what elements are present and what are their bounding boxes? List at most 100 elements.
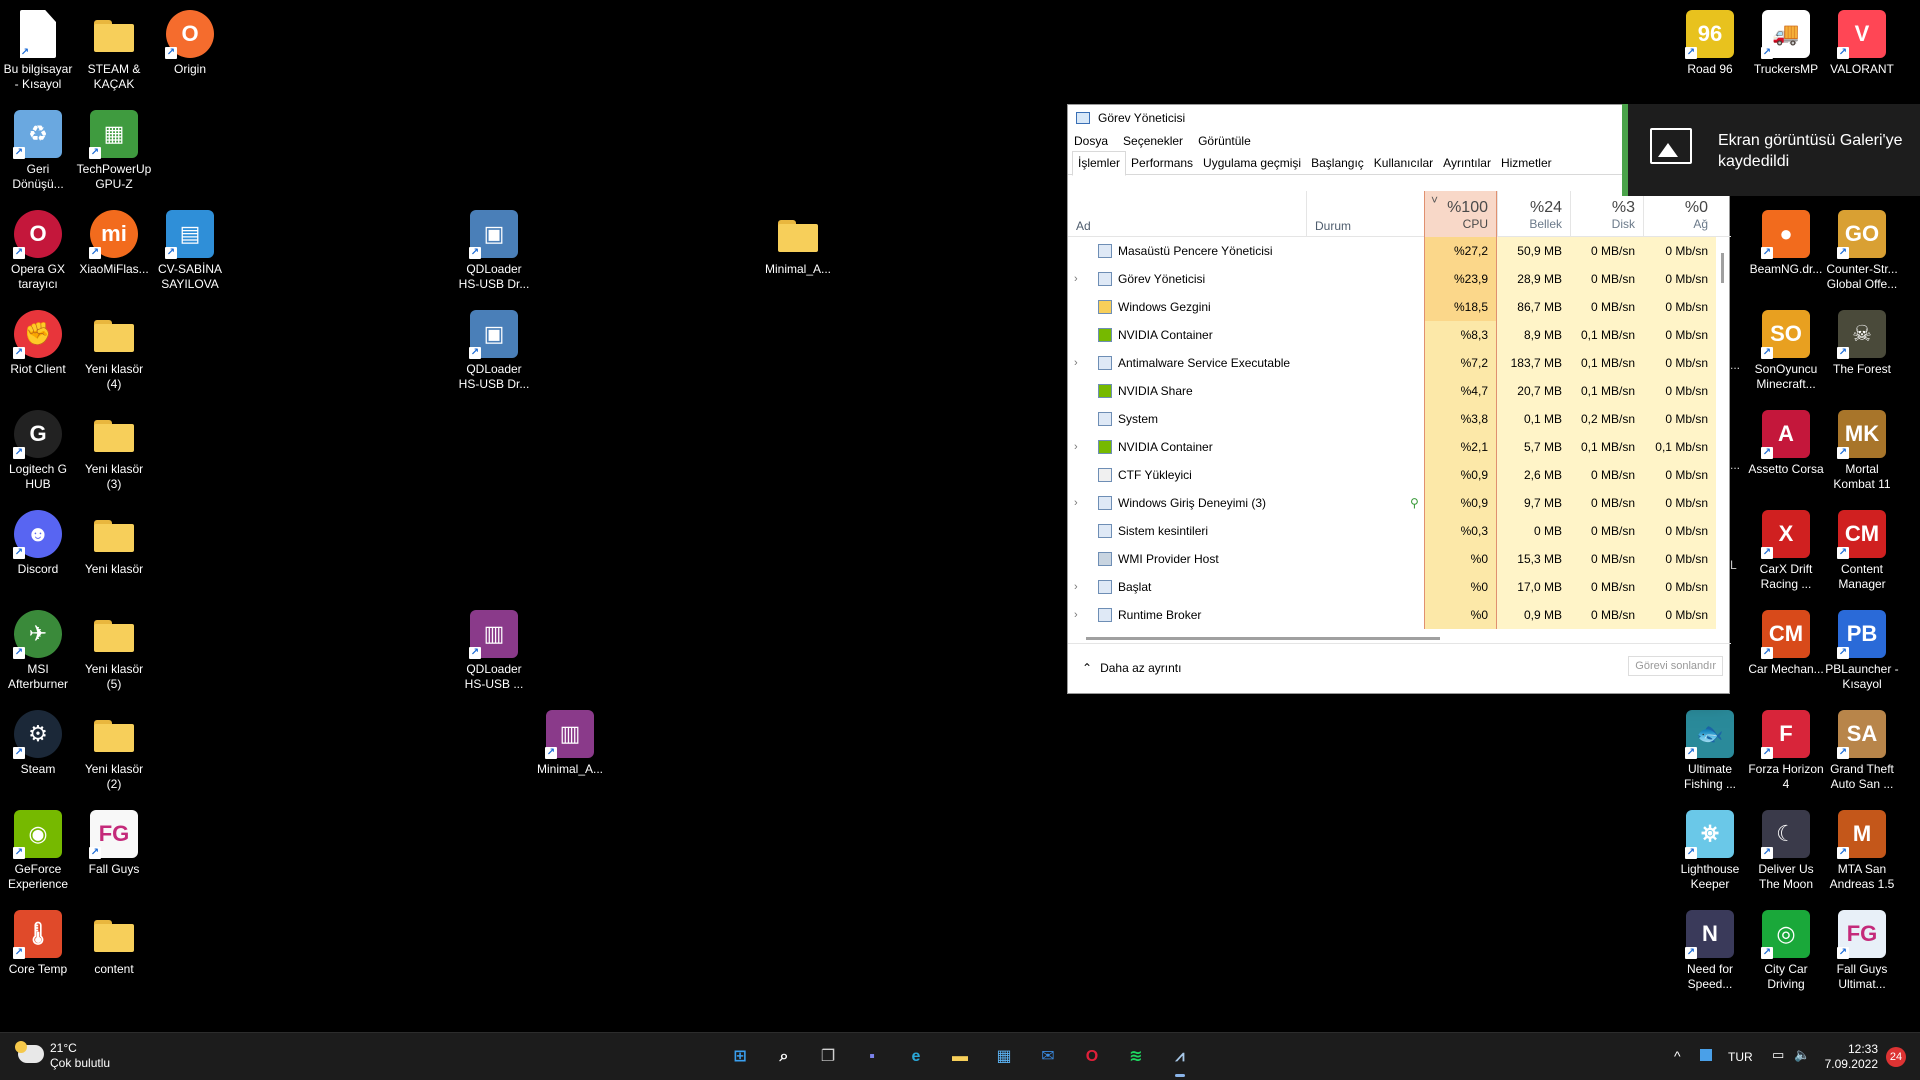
process-row[interactable]: › Antimalware Service Executable %7,2 183,7… bbox=[1068, 349, 1731, 377]
desktop-icon[interactable]: PB ↗ PBLauncher - Kısayol bbox=[1824, 606, 1900, 692]
column-network[interactable]: %0 Ağ bbox=[1643, 191, 1716, 237]
desktop-icon[interactable]: X ↗ CarX Drift Racing ... bbox=[1748, 506, 1824, 592]
process-row[interactable]: NVIDIA Container %8,3 8,9 MB 0,1 MB/sn 0 Mb/… bbox=[1068, 321, 1731, 349]
desktop-icon[interactable]: CM ↗ Content Manager bbox=[1824, 506, 1900, 592]
desktop-icon[interactable]: ▥ ↗ Minimal_A... bbox=[532, 706, 608, 777]
desktop-icon[interactable]: MK ↗ Mortal Kombat 11 bbox=[1824, 406, 1900, 492]
clock[interactable]: 12:33 7.09.2022 bbox=[1818, 1042, 1878, 1072]
expand-chevron-icon[interactable]: › bbox=[1074, 601, 1084, 629]
desktop-icon[interactable]: ▥ ↗ QDLoader HS-USB ... bbox=[456, 606, 532, 692]
desktop-icon[interactable]: ↗ Bu bilgisayar - Kısayol bbox=[0, 6, 76, 92]
teams-chat-button[interactable]: ▪ bbox=[858, 1043, 886, 1071]
volume-icon[interactable]: 🔈 bbox=[1794, 1047, 1810, 1063]
desktop-icon[interactable]: O ↗ Origin bbox=[152, 6, 228, 77]
desktop-icon[interactable]: A ↗ Assetto Corsa bbox=[1748, 406, 1824, 477]
vertical-scrollbar[interactable] bbox=[1721, 253, 1724, 283]
desktop-icon[interactable]: ⚙ ↗ Steam bbox=[0, 706, 76, 777]
desktop-icon[interactable]: Yeni klasör (4) bbox=[76, 306, 152, 392]
store-button[interactable]: ▦ bbox=[990, 1043, 1018, 1071]
process-row[interactable]: › Windows Giriş Deneyimi (3) ⚲ %0,9 9,7 MB 0 … bbox=[1068, 489, 1731, 517]
expand-chevron-icon[interactable]: › bbox=[1074, 489, 1084, 517]
process-row[interactable]: › Runtime Broker %0 0,9 MB 0 MB/sn 0 Mb/sn bbox=[1068, 601, 1731, 629]
menu-file[interactable]: Dosya bbox=[1074, 131, 1108, 151]
desktop-icon[interactable]: Minimal_A... bbox=[760, 206, 836, 277]
desktop-icon[interactable]: FG ↗ Fall Guys Ultimat... bbox=[1824, 906, 1900, 992]
network-icon[interactable]: ▭ bbox=[1772, 1047, 1784, 1063]
process-row[interactable]: Windows Gezgini %18,5 86,7 MB 0 MB/sn 0 Mb/s… bbox=[1068, 293, 1731, 321]
desktop-icon[interactable]: ▣ ↗ QDLoader HS-USB Dr... bbox=[456, 306, 532, 392]
desktop-icon[interactable]: ▣ ↗ QDLoader HS-USB Dr... bbox=[456, 206, 532, 292]
desktop-icon[interactable]: mi ↗ XiaoMiFlas... bbox=[76, 206, 152, 277]
process-row[interactable]: Masaüstü Pencere Yöneticisi %27,2 50,9 MB 0… bbox=[1068, 237, 1731, 265]
desktop-icon[interactable]: G ↗ Logitech G HUB bbox=[0, 406, 76, 492]
column-name[interactable]: Ad bbox=[1076, 219, 1091, 233]
task-manager-button[interactable]: ⩘ bbox=[1166, 1043, 1194, 1077]
screenshot-toast[interactable]: Ekran görüntüsü Galeri'ye kaydedildi bbox=[1622, 104, 1920, 196]
desktop-icon[interactable]: content bbox=[76, 906, 152, 977]
desktop-icon[interactable]: FG ↗ Fall Guys bbox=[76, 806, 152, 877]
desktop-icon[interactable]: 🚚 ↗ TruckersMP bbox=[1748, 6, 1824, 77]
start-button[interactable]: ⊞ bbox=[726, 1043, 754, 1071]
desktop-icon[interactable]: V ↗ VALORANT bbox=[1824, 6, 1900, 77]
task-view-button[interactable]: ❐ bbox=[814, 1043, 842, 1071]
desktop-icon[interactable]: SA ↗ Grand Theft Auto San ... bbox=[1824, 706, 1900, 792]
desktop-icon[interactable]: ● ↗ BeamNG.dr... bbox=[1748, 206, 1824, 277]
desktop-icon[interactable]: 🌡 ↗ Core Temp bbox=[0, 906, 76, 977]
mail-button[interactable]: ✉ bbox=[1034, 1043, 1062, 1071]
desktop-icon[interactable]: GO ↗ Counter-Str... Global Offe... bbox=[1824, 206, 1900, 292]
desktop-icon[interactable]: F ↗ Forza Horizon 4 bbox=[1748, 706, 1824, 792]
end-task-button[interactable]: Görevi sonlandır bbox=[1628, 656, 1723, 676]
desktop-icon[interactable]: STEAM & KAÇAK bbox=[76, 6, 152, 92]
desktop-icon[interactable]: ◎ ↗ City Car Driving bbox=[1748, 906, 1824, 992]
expand-chevron-icon[interactable]: › bbox=[1074, 349, 1084, 377]
desktop-icon[interactable]: Yeni klasör (3) bbox=[76, 406, 152, 492]
menu-options[interactable]: Seçenekler bbox=[1123, 131, 1183, 151]
expand-chevron-icon[interactable]: › bbox=[1074, 265, 1084, 293]
desktop-icon[interactable]: 🐟 ↗ Ultimate Fishing ... bbox=[1672, 706, 1748, 792]
tab-app-history[interactable]: Uygulama geçmişi bbox=[1198, 152, 1306, 175]
desktop-icon[interactable]: ✊ ↗ Riot Client bbox=[0, 306, 76, 377]
desktop-icon[interactable]: ◉ ↗ GeForce Experience bbox=[0, 806, 76, 892]
desktop-icon[interactable]: Yeni klasör bbox=[76, 506, 152, 577]
column-cpu[interactable]: ˅ %100 CPU bbox=[1424, 191, 1497, 237]
column-status[interactable]: Durum bbox=[1306, 191, 1426, 237]
tab-performance[interactable]: Performans bbox=[1126, 152, 1198, 175]
desktop-icon[interactable]: Yeni klasör (2) bbox=[76, 706, 152, 792]
tab-services[interactable]: Hizmetler bbox=[1496, 152, 1557, 175]
desktop-icon[interactable]: CM ↗ Car Mechan... bbox=[1748, 606, 1824, 677]
edge-button[interactable]: e bbox=[902, 1043, 930, 1071]
horizontal-scrollbar[interactable] bbox=[1086, 637, 1440, 640]
tab-startup[interactable]: Başlangıç bbox=[1306, 152, 1369, 175]
fewer-details-button[interactable]: ⌃ Daha az ayrıntı bbox=[1082, 661, 1181, 675]
process-row[interactable]: › Başlat %0 17,0 MB 0 MB/sn 0 Mb/sn bbox=[1068, 573, 1731, 601]
desktop-icon[interactable]: N ↗ Need for Speed... bbox=[1672, 906, 1748, 992]
desktop-icon[interactable]: ☠ ↗ The Forest bbox=[1824, 306, 1900, 377]
desktop-icon[interactable]: SO ↗ SonOyuncu Minecraft... bbox=[1748, 306, 1824, 392]
search-button[interactable]: ⌕ bbox=[770, 1043, 798, 1071]
file-explorer-button[interactable]: ▬ bbox=[946, 1043, 974, 1071]
tab-details[interactable]: Ayrıntılar bbox=[1438, 152, 1496, 175]
show-hidden-icons-button[interactable]: ^ bbox=[1674, 1048, 1681, 1064]
expand-chevron-icon[interactable]: › bbox=[1074, 433, 1084, 461]
column-disk[interactable]: %3 Disk bbox=[1570, 191, 1643, 237]
tray-app-icon[interactable] bbox=[1700, 1049, 1712, 1061]
spotify-button[interactable]: ≋ bbox=[1122, 1043, 1150, 1071]
notification-badge[interactable]: 24 bbox=[1886, 1047, 1906, 1067]
tab-processes[interactable]: İşlemler bbox=[1072, 151, 1127, 176]
desktop-icon[interactable]: ☻ ↗ Discord bbox=[0, 506, 76, 577]
desktop-icon[interactable]: Yeni klasör (5) bbox=[76, 606, 152, 692]
desktop-icon[interactable]: ⛯ ↗ Lighthouse Keeper bbox=[1672, 806, 1748, 892]
process-row[interactable]: › NVIDIA Container %2,1 5,7 MB 0,1 MB/sn 0,1 … bbox=[1068, 433, 1731, 461]
language-indicator[interactable]: TUR bbox=[1728, 1050, 1753, 1064]
weather-widget[interactable]: 21°C Çok bulutlu bbox=[15, 1041, 110, 1071]
expand-chevron-icon[interactable]: › bbox=[1074, 573, 1084, 601]
process-row[interactable]: System %3,8 0,1 MB 0,2 MB/sn 0 Mb/sn bbox=[1068, 405, 1731, 433]
desktop-icon[interactable]: ☾ ↗ Deliver Us The Moon bbox=[1748, 806, 1824, 892]
desktop-icon[interactable]: ♻ ↗ Geri Dönüşü... bbox=[0, 106, 76, 192]
desktop-icon[interactable]: ▤ ↗ CV-SABİNA SAYILOVA bbox=[152, 206, 228, 292]
menu-view[interactable]: Görüntüle bbox=[1198, 131, 1251, 151]
process-row[interactable]: WMI Provider Host %0 15,3 MB 0 MB/sn 0 Mb/sn bbox=[1068, 545, 1731, 573]
process-row[interactable]: CTF Yükleyici %0,9 2,6 MB 0 MB/sn 0 Mb/sn bbox=[1068, 461, 1731, 489]
process-row[interactable]: NVIDIA Share %4,7 20,7 MB 0,1 MB/sn 0 Mb/sn bbox=[1068, 377, 1731, 405]
process-row[interactable]: › Görev Yöneticisi %23,9 28,9 MB 0 MB/sn 0 Mb… bbox=[1068, 265, 1731, 293]
